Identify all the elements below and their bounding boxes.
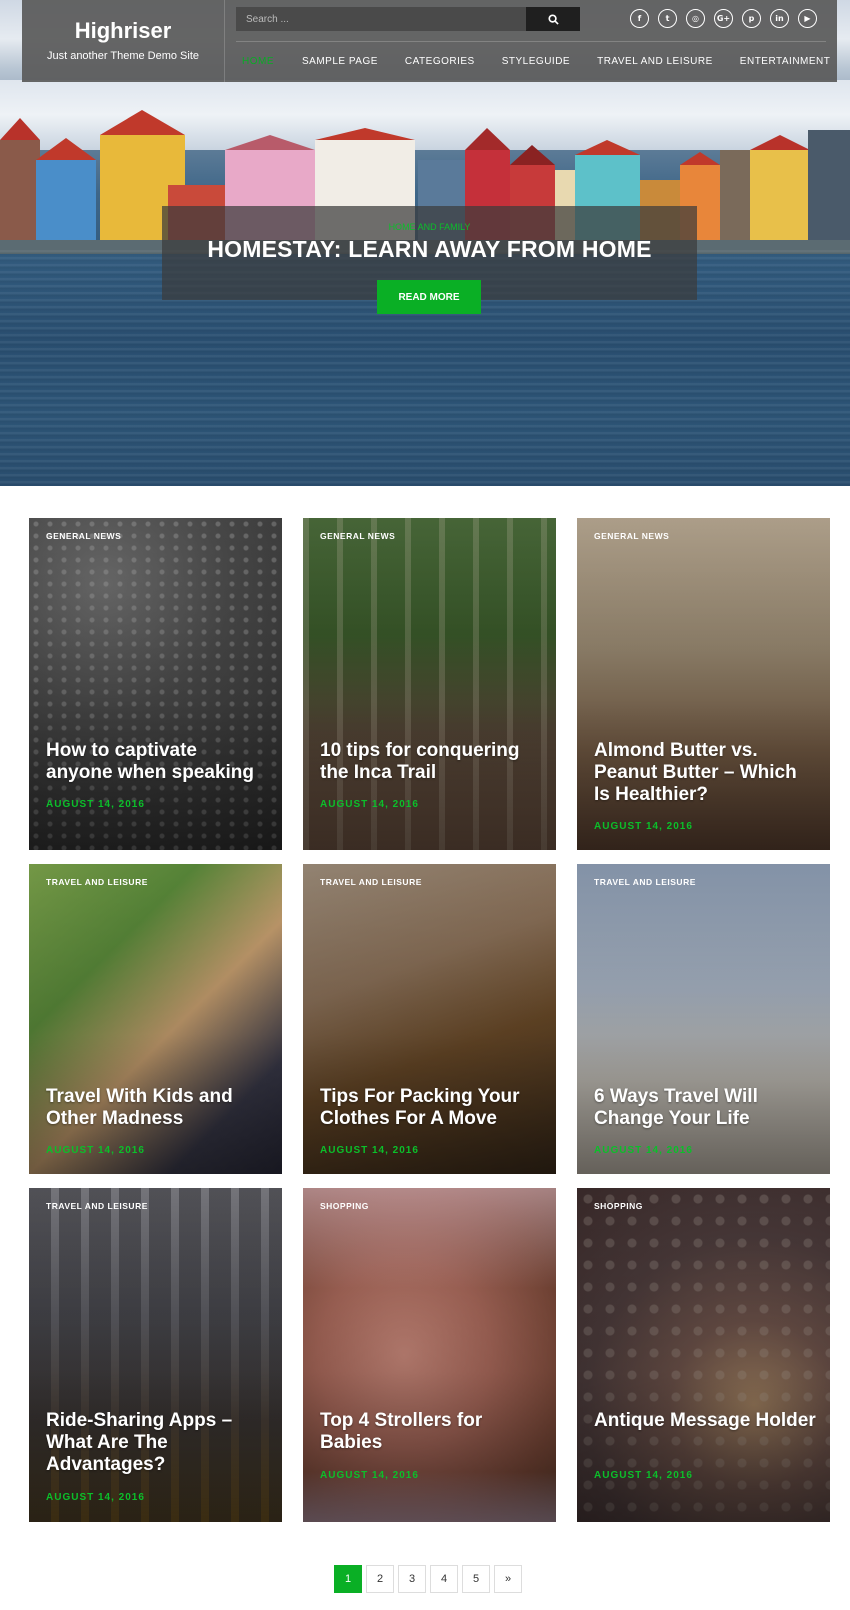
post-date[interactable]: AUGUST 14, 2016 [594,821,693,832]
nav-item-styleguide[interactable]: STYLEGUIDE [502,56,570,67]
search-button[interactable] [526,7,580,31]
search-form [236,7,580,31]
post-title[interactable]: 10 tips for conquering the Inca Trail [320,740,542,784]
search-input[interactable] [236,7,526,31]
nav-item-home[interactable]: HOME [242,56,274,67]
hero-caption: HOME AND FAMILY HOMESTAY: LEARN AWAY FRO… [162,206,697,314]
pagination: 1 2 3 4 5 » [334,1565,522,1593]
site-title[interactable]: Highriser [22,18,224,44]
nav-item-entertainment[interactable]: ENTERTAINMENT [740,56,831,67]
post-date[interactable]: AUGUST 14, 2016 [46,799,145,810]
post-title[interactable]: Antique Message Holder [594,1410,816,1432]
post-date[interactable]: AUGUST 14, 2016 [594,1145,693,1156]
read-more-button[interactable]: READ MORE [377,280,481,314]
page-1-link[interactable]: 1 [334,1565,362,1593]
post-card[interactable]: GENERAL NEWS Almond Butter vs. Peanut Bu… [577,518,830,850]
facebook-icon[interactable]: f [630,9,649,28]
post-date[interactable]: AUGUST 14, 2016 [46,1492,145,1503]
post-card[interactable]: TRAVEL AND LEISURE Ride-Sharing Apps – W… [29,1188,282,1522]
nav-item-sample-page[interactable]: SAMPLE PAGE [302,56,378,67]
pinterest-icon[interactable]: p [742,9,761,28]
post-category[interactable]: TRAVEL AND LEISURE [46,877,148,887]
hero-title[interactable]: HOMESTAY: LEARN AWAY FROM HOME [162,236,697,263]
post-title[interactable]: Top 4 Strollers for Babies [320,1410,542,1454]
post-category[interactable]: SHOPPING [320,1201,369,1211]
social-links: f t ◎ G+ p in ▶ [630,9,817,29]
post-category[interactable]: TRAVEL AND LEISURE [594,877,696,887]
post-title[interactable]: Almond Butter vs. Peanut Butter – Which … [594,740,816,806]
youtube-icon[interactable]: ▶ [798,9,817,28]
post-category[interactable]: GENERAL NEWS [320,531,395,541]
site-branding: Highriser Just another Theme Demo Site [22,0,225,82]
post-title[interactable]: Travel With Kids and Other Madness [46,1086,268,1130]
site-header: Highriser Just another Theme Demo Site f… [22,0,837,82]
post-date[interactable]: AUGUST 14, 2016 [320,799,419,810]
post-date[interactable]: AUGUST 14, 2016 [320,1470,419,1481]
next-page-icon[interactable]: » [494,1565,522,1593]
instagram-icon[interactable]: ◎ [686,9,705,28]
post-title[interactable]: Tips For Packing Your Clothes For A Move [320,1086,542,1130]
post-date[interactable]: AUGUST 14, 2016 [46,1145,145,1156]
post-card[interactable]: TRAVEL AND LEISURE Travel With Kids and … [29,864,282,1174]
page-5-link[interactable]: 5 [462,1565,490,1593]
post-category[interactable]: GENERAL NEWS [46,531,121,541]
post-card[interactable]: SHOPPING Top 4 Strollers for Babies AUGU… [303,1188,556,1522]
post-card[interactable]: TRAVEL AND LEISURE 6 Ways Travel Will Ch… [577,864,830,1174]
post-card[interactable]: GENERAL NEWS How to captivate anyone whe… [29,518,282,850]
linkedin-icon[interactable]: in [770,9,789,28]
search-icon [547,13,559,25]
post-title[interactable]: How to captivate anyone when speaking [46,740,268,784]
nav-item-categories[interactable]: CATEGORIES [405,56,475,67]
page-3-link[interactable]: 3 [398,1565,426,1593]
page-2-link[interactable]: 2 [366,1565,394,1593]
nav-item-travel-and-leisure[interactable]: TRAVEL AND LEISURE [597,56,713,67]
twitter-icon[interactable]: t [658,9,677,28]
post-category[interactable]: TRAVEL AND LEISURE [46,1201,148,1211]
post-card[interactable]: GENERAL NEWS 10 tips for conquering the … [303,518,556,850]
post-title[interactable]: Ride-Sharing Apps – What Are The Advanta… [46,1410,268,1476]
post-date[interactable]: AUGUST 14, 2016 [320,1145,419,1156]
hero-category[interactable]: HOME AND FAMILY [162,222,697,232]
post-category[interactable]: GENERAL NEWS [594,531,669,541]
site-description: Just another Theme Demo Site [46,50,200,62]
post-category[interactable]: TRAVEL AND LEISURE [320,877,422,887]
post-card[interactable]: SHOPPING Antique Message Holder AUGUST 1… [577,1188,830,1522]
main-navigation: HOME SAMPLE PAGE CATEGORIES STYLEGUIDE T… [236,42,830,80]
post-date[interactable]: AUGUST 14, 2016 [594,1470,693,1481]
post-category[interactable]: SHOPPING [594,1201,643,1211]
post-card[interactable]: TRAVEL AND LEISURE Tips For Packing Your… [303,864,556,1174]
page-4-link[interactable]: 4 [430,1565,458,1593]
google-plus-icon[interactable]: G+ [714,9,733,28]
post-title[interactable]: 6 Ways Travel Will Change Your Life [594,1086,816,1130]
